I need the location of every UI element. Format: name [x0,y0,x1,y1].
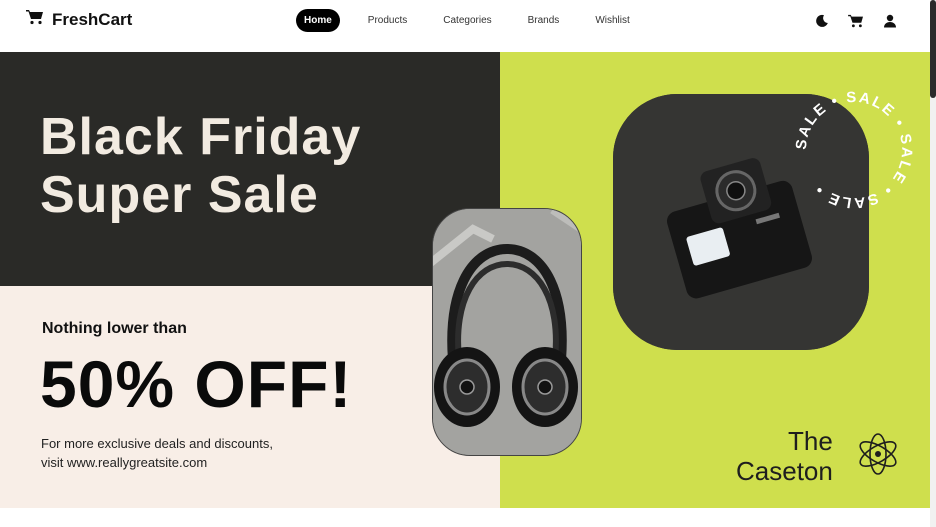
caseton-line-2: Caseton [736,456,833,486]
caseton-line-1: The [788,426,833,456]
headline-line-1: Black Friday [40,108,362,166]
nav-link-products[interactable]: Products [360,9,415,32]
banner-discount: 50% OFF! [40,347,353,421]
banner-headline: Black Friday Super Sale [40,108,361,224]
brand-name: FreshCart [52,9,133,29]
nav-links: Home Products Categories Brands Wishlist [296,9,658,32]
banner-tagline: Nothing lower than [42,320,187,337]
atom-icon [859,433,897,475]
caseton-wordmark: The Caseton [736,426,833,486]
sale-ring-text: SALE • SALE • SALE • SALE • [793,89,914,211]
moon-icon[interactable] [812,11,832,31]
navbar: FreshCart Home Products Categories Brand… [0,0,930,52]
nav-icons [812,11,900,31]
banner-blurb: For more exclusive deals and discounts, … [41,434,341,472]
cart-icon[interactable] [846,11,866,31]
sale-ring-badge: SALE • SALE • SALE • SALE • [793,89,916,211]
nav-link-categories[interactable]: Categories [435,9,499,32]
scrollbar-thumb[interactable] [930,0,936,98]
nav-link-wishlist[interactable]: Wishlist [587,9,637,32]
blurb-line-2: visit www.reallygreatsite.com [41,455,208,470]
nav-link-home[interactable]: Home [296,9,340,32]
headphones-image [432,208,582,456]
blurb-line-1: For more exclusive deals and discounts, [41,436,273,451]
user-icon[interactable] [880,11,900,31]
headline-line-2: Super Sale [40,166,319,224]
svg-text:SALE • SALE • SALE • SALE •: SALE • SALE • SALE • SALE • [793,89,916,211]
promo-banner[interactable]: Black Friday Super Sale Nothing lower th… [0,52,930,508]
brand-logo[interactable]: FreshCart [26,9,132,30]
cart-icon [26,9,44,30]
nav-link-brands[interactable]: Brands [520,9,568,32]
